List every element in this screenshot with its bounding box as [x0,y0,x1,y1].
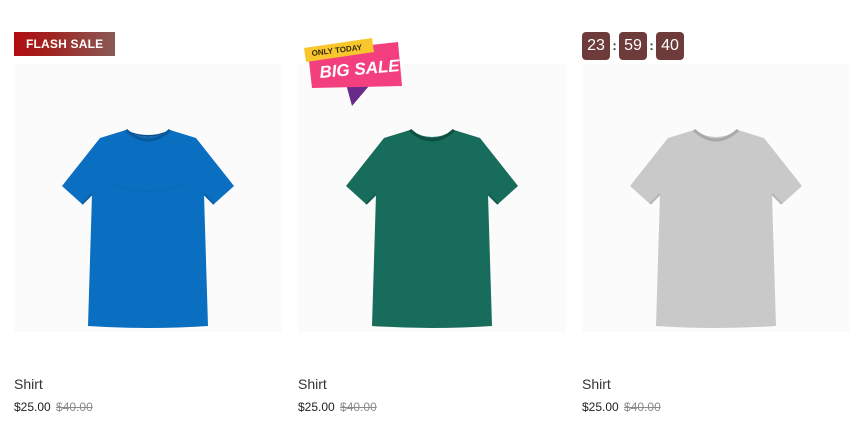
t-shirt-grey-image [630,128,802,328]
product-name[interactable]: Shirt [582,376,611,392]
original-price: $40.00 [340,400,377,414]
countdown-hours: 23 [582,32,610,60]
original-price: $40.00 [56,400,93,414]
countdown-seconds: 40 [656,32,684,60]
original-price: $40.00 [624,400,661,414]
product-name[interactable]: Shirt [14,376,43,392]
product-image[interactable] [14,64,282,332]
current-price: $25.00 [298,400,335,414]
product-name[interactable]: Shirt [298,376,327,392]
product-price: $25.00 $40.00 [298,400,377,414]
product-card-1[interactable]: FLASH SALE Shirt $25.00 $40.00 [14,0,282,441]
current-price: $25.00 [582,400,619,414]
product-card-3[interactable]: 23 : 59 : 40 Shirt $25.00 $40.00 [582,0,850,441]
product-card-2[interactable]: ONLY TODAY BIG SALE Shirt $25.00 $40.00 [298,0,566,441]
t-shirt-blue-image [62,128,234,328]
countdown-separator: : [649,38,654,53]
product-image[interactable] [582,64,850,332]
product-price: $25.00 $40.00 [582,400,661,414]
countdown-separator: : [612,38,617,53]
flash-sale-badge: FLASH SALE [14,32,116,56]
countdown-minutes: 59 [619,32,647,60]
countdown-timer: 23 : 59 : 40 [582,32,684,60]
product-price: $25.00 $40.00 [14,400,93,414]
current-price: $25.00 [14,400,51,414]
big-sale-sticker: ONLY TODAY BIG SALE [304,38,402,106]
